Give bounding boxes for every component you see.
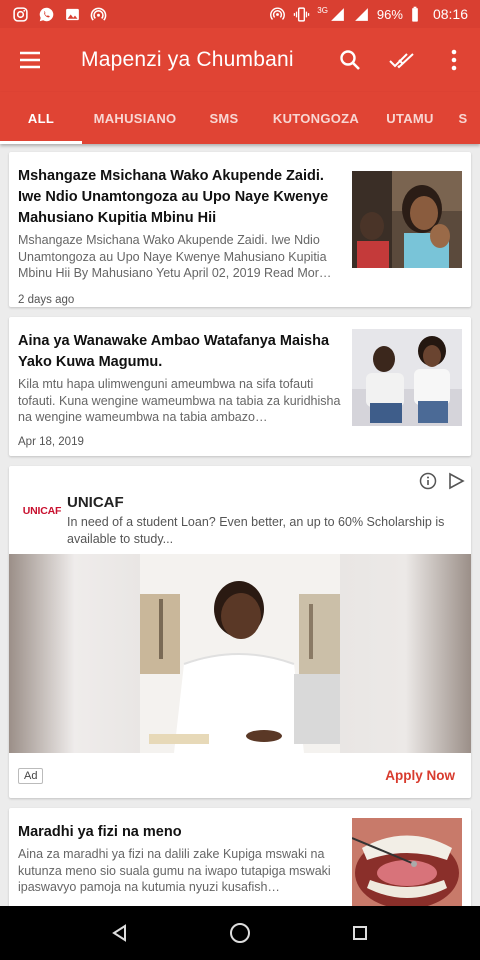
tab-mahusiano[interactable]: MAHUSIANO bbox=[82, 92, 188, 144]
article-date: Apr 18, 2019 bbox=[18, 435, 84, 448]
article-title: Aina ya Wanawake Ambao Watafanya Maisha … bbox=[18, 333, 330, 370]
system-nav-bar bbox=[0, 906, 480, 960]
ad-image[interactable] bbox=[9, 554, 471, 753]
article-card[interactable]: Aina ya Wanawake Ambao Watafanya Maisha … bbox=[9, 317, 471, 456]
hotspot-icon bbox=[269, 6, 286, 23]
cast-icon bbox=[90, 6, 107, 23]
home-icon[interactable] bbox=[220, 913, 260, 953]
app-bar: Mapenzi ya Chumbani bbox=[0, 28, 480, 92]
advertiser-name[interactable]: UNICAF bbox=[67, 494, 124, 511]
signal-icon bbox=[329, 6, 346, 23]
clock: 08:16 bbox=[432, 6, 468, 22]
whatsapp-icon bbox=[38, 6, 55, 23]
tab-sms[interactable]: SMS bbox=[188, 92, 260, 144]
advertiser-logo: UNICAF bbox=[18, 492, 66, 530]
recents-icon[interactable] bbox=[340, 913, 380, 953]
article-excerpt: Mshangaze Msichana Wako Akupende Zaidi. … bbox=[18, 233, 332, 280]
ad-badge: Ad bbox=[18, 768, 44, 784]
ad-description: In need of a student Loan? Even better, … bbox=[67, 515, 445, 546]
double-check-icon[interactable] bbox=[376, 28, 428, 92]
back-icon[interactable] bbox=[100, 913, 140, 953]
app-title: Mapenzi ya Chumbani bbox=[81, 48, 294, 71]
adchoices-icon[interactable] bbox=[447, 472, 465, 490]
status-bar: 3G 96% 08:16 bbox=[0, 0, 480, 28]
tab-utamu[interactable]: UTAMU bbox=[372, 92, 448, 144]
article-thumbnail bbox=[352, 818, 462, 906]
article-card[interactable]: Maradhi ya fizi na meno Aina za maradhi … bbox=[9, 808, 471, 906]
tab-all[interactable]: ALL bbox=[0, 92, 82, 144]
article-thumbnail bbox=[352, 171, 462, 268]
tab-partial[interactable]: S bbox=[448, 92, 478, 144]
tab-kutongoza[interactable]: KUTONGOZA bbox=[260, 92, 372, 144]
category-tabs: ALL MAHUSIANO SMS KUTONGOZA UTAMU S bbox=[0, 92, 480, 144]
instagram-icon bbox=[12, 6, 29, 23]
network-type: 3G bbox=[317, 5, 328, 15]
article-date: 2 days ago bbox=[18, 293, 75, 306]
article-title: Maradhi ya fizi na meno bbox=[18, 824, 182, 840]
hamburger-menu-icon[interactable] bbox=[0, 28, 60, 92]
article-excerpt: Aina za maradhi ya fizi na dalili zake K… bbox=[18, 847, 331, 894]
article-feed: Mshangaze Msichana Wako Akupende Zaidi. … bbox=[0, 144, 480, 906]
search-icon[interactable] bbox=[324, 28, 376, 92]
image-icon bbox=[64, 6, 81, 23]
article-card[interactable]: Mshangaze Msichana Wako Akupende Zaidi. … bbox=[9, 152, 471, 307]
more-vertical-icon[interactable] bbox=[428, 28, 480, 92]
battery-icon bbox=[410, 6, 420, 23]
vibrate-icon bbox=[293, 6, 310, 23]
battery-percent: 96% bbox=[376, 6, 403, 22]
article-excerpt: Kila mtu hapa ulimwenguni ameumbwa na si… bbox=[18, 377, 341, 424]
info-icon[interactable] bbox=[419, 472, 437, 490]
article-title: Mshangaze Msichana Wako Akupende Zaidi. … bbox=[18, 168, 329, 226]
apply-now-button[interactable]: Apply Now bbox=[385, 768, 455, 783]
signal-icon bbox=[353, 6, 370, 23]
ad-card[interactable]: UNICAF UNICAF In need of a student Loan?… bbox=[9, 466, 471, 798]
article-thumbnail bbox=[352, 329, 462, 426]
